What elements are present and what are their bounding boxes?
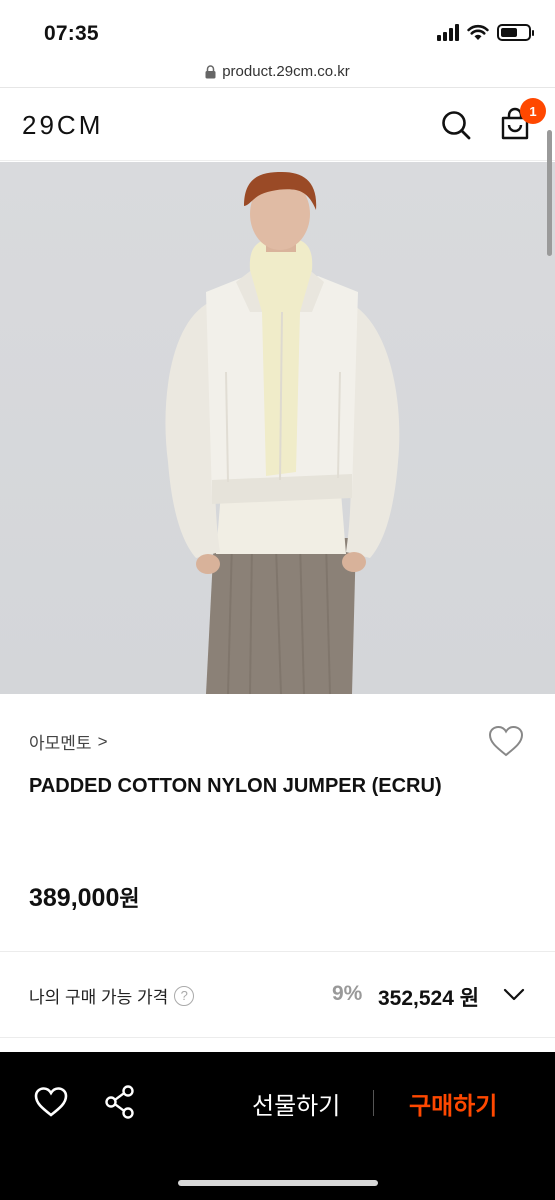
model-illustration — [165, 172, 400, 694]
battery-icon — [497, 24, 534, 41]
status-icons — [437, 24, 534, 41]
site-logo[interactable]: 29CM — [22, 110, 103, 141]
heart-icon[interactable] — [34, 1086, 68, 1118]
site-header: 29CM — [0, 89, 555, 161]
browser-url-bar[interactable]: product.29cm.co.kr — [0, 56, 555, 88]
my-price-value: 352,524 원 — [378, 987, 480, 1010]
brand-link[interactable]: 아모멘토 > — [29, 729, 108, 754]
lock-icon — [205, 64, 216, 78]
search-icon[interactable] — [440, 109, 472, 141]
price-unit: 원 — [119, 886, 140, 911]
cart-count-badge: 1 — [520, 98, 546, 124]
divider — [373, 1090, 374, 1116]
status-time: 07:35 — [44, 22, 99, 45]
home-indicator[interactable] — [178, 1180, 378, 1186]
status-bar: 07:35 — [0, 0, 555, 56]
my-price-row[interactable]: 나의 구매 가능 가격 ? 9% 352,524 원 — [0, 952, 555, 1038]
battery-level — [501, 28, 517, 37]
my-price-label-text: 나의 구매 가능 가격 — [29, 988, 169, 1007]
chevron-right-icon: > — [97, 731, 108, 751]
discount-rate: 9% — [332, 982, 363, 1005]
wifi-icon — [467, 24, 489, 40]
product-price: 389,000원 — [29, 881, 140, 913]
url-text: product.29cm.co.kr — [222, 63, 350, 80]
gift-button[interactable]: 선물하기 — [252, 1086, 340, 1121]
cellular-signal-icon — [437, 24, 459, 41]
brand-name: 아모멘토 — [29, 734, 92, 753]
share-icon[interactable] — [104, 1084, 136, 1120]
divider — [0, 1037, 555, 1038]
buy-button[interactable]: 구매하기 — [409, 1086, 497, 1121]
chevron-down-icon[interactable] — [502, 984, 526, 1004]
product-photo[interactable] — [0, 162, 555, 694]
product-name: PADDED COTTON NYLON JUMPER (ECRU) — [29, 775, 442, 797]
heart-icon[interactable] — [488, 724, 524, 760]
page-scrollbar[interactable] — [547, 130, 552, 256]
my-price-label: 나의 구매 가능 가격 ? — [29, 983, 195, 1008]
bottom-action-bar: 선물하기 구매하기 — [0, 1052, 555, 1200]
help-icon[interactable]: ? — [174, 985, 195, 1006]
price-number: 389,000 — [29, 884, 120, 912]
